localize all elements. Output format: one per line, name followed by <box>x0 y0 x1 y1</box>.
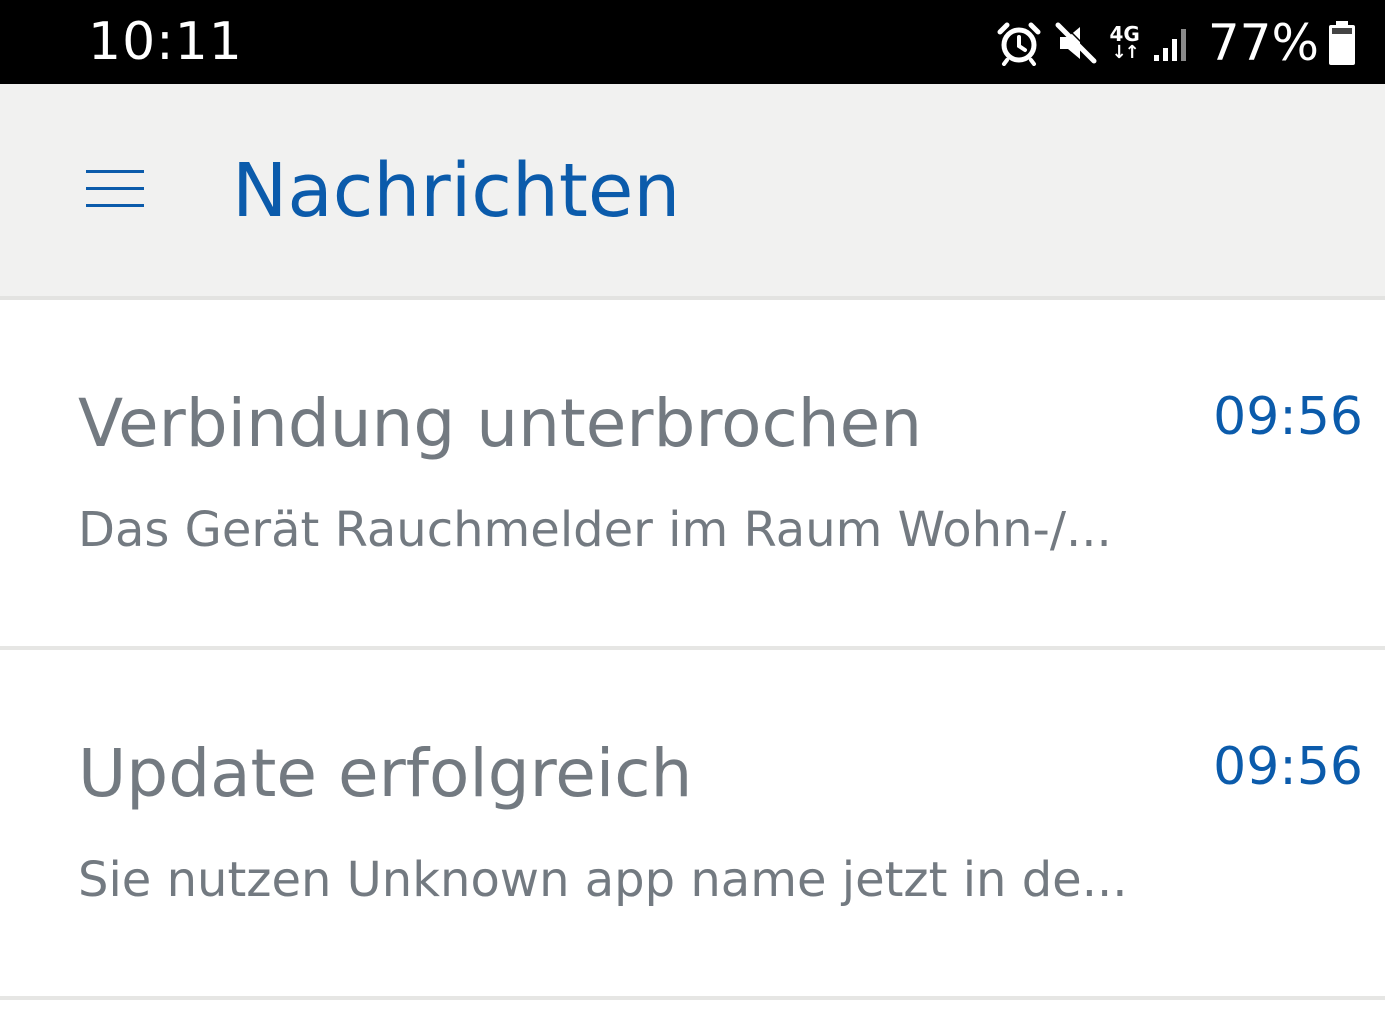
data-arrows-icon: ↓↑ <box>1111 42 1140 63</box>
message-time: 09:56 <box>1213 387 1363 447</box>
hamburger-menu-icon <box>84 167 146 216</box>
lte-icon: 4G ↓↑ <box>1110 24 1140 62</box>
list-item[interactable]: Update erfolgreich 09:56 Sie nutzen Unkn… <box>0 650 1385 1000</box>
battery-percent: 77% <box>1207 14 1319 72</box>
page-title: Nachrichten <box>232 148 681 234</box>
status-bar: 10:11 4G ↓↑ 77% <box>0 0 1385 84</box>
message-preview: Das Gerät Rauchmelder im Raum Wohn-/... <box>78 502 1112 558</box>
mute-icon <box>1054 21 1098 65</box>
message-list: Verbindung unterbrochen 09:56 Das Gerät … <box>0 300 1385 1000</box>
alarm-icon <box>996 20 1042 66</box>
message-title: Verbindung unterbrochen <box>78 385 923 462</box>
status-time: 10:11 <box>88 12 243 72</box>
battery-icon <box>1327 20 1357 66</box>
list-item[interactable]: Verbindung unterbrochen 09:56 Das Gerät … <box>0 300 1385 650</box>
message-title: Update erfolgreich <box>78 735 693 812</box>
network-type-label: 4G <box>1109 22 1140 46</box>
message-preview: Sie nutzen Unknown app name jetzt in de.… <box>78 852 1128 908</box>
message-time: 09:56 <box>1213 737 1363 797</box>
signal-icon <box>1152 23 1192 63</box>
app-bar: Nachrichten <box>0 84 1385 300</box>
status-icons: 4G ↓↑ 77% <box>984 14 1357 72</box>
menu-button[interactable] <box>70 146 160 236</box>
